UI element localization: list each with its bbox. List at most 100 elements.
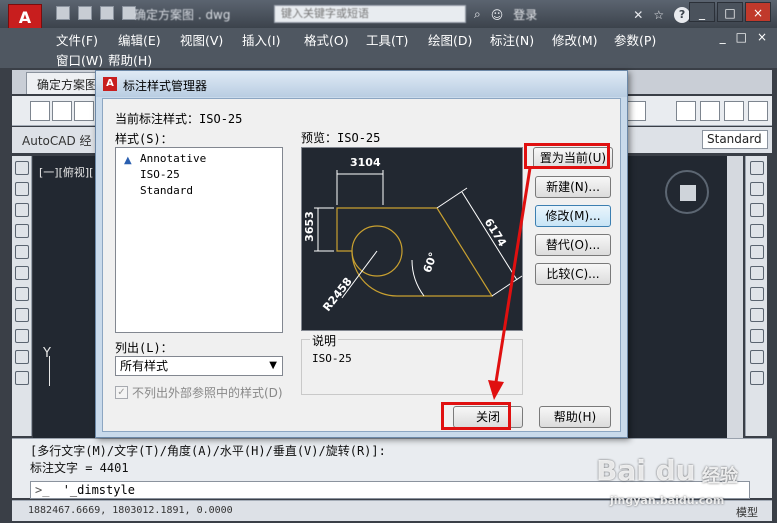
command-input-text: '_dimstyle [62,483,135,497]
menu-row-2: 窗口(W) 帮助(H) [56,50,160,69]
document-title: 确定方案图 . dwg [134,8,231,22]
viewport-scrollbar[interactable] [727,156,743,438]
modify-toolbar [745,156,767,436]
hatch-icon[interactable] [14,371,29,385]
mirror-icon[interactable] [749,203,764,217]
menu-item[interactable]: 编辑(E) [118,30,180,49]
viewcube-icon[interactable] [665,170,709,214]
offset-icon[interactable] [749,224,764,238]
annotative-icon: ▲ [124,155,132,166]
menu-item[interactable]: 标注(N) [490,30,552,49]
doc-minimize-button[interactable]: _ [720,30,726,44]
trim-icon[interactable] [749,350,764,364]
description-value: ISO-25 [312,352,352,365]
exclude-xref-label: 不列出外部参照中的样式(D) [132,386,283,400]
menu-item[interactable]: 窗口(W) [56,50,108,69]
spline-icon[interactable] [14,329,29,343]
circle-icon[interactable] [14,287,29,301]
doc-close-button[interactable]: × [757,30,767,44]
menu-bar: 文件(F) 编辑(E) 视图(V) 插入(I) 格式(O) 工具(T) 绘图(D) 标注(N)… [0,28,777,68]
minimize-button[interactable]: _ [689,2,715,22]
move-icon[interactable] [749,266,764,280]
workspace-label[interactable]: AutoCAD 经 [22,132,92,149]
description-group: 说明 ISO-25 [301,332,523,395]
dialog-title: 标注样式管理器 [123,79,208,93]
rectangle-icon[interactable] [14,245,29,259]
new-icon[interactable] [30,101,50,121]
open-icon[interactable] [52,101,72,121]
description-label: 说明 [310,332,339,349]
array-icon[interactable] [749,245,764,259]
arc-icon[interactable] [14,266,29,280]
menu-item[interactable]: 视图(V) [180,30,242,49]
menu-item[interactable]: 格式(O) [304,30,366,49]
exchange-icon[interactable]: ✕ [633,8,643,22]
menu-item[interactable]: 工具(T) [366,30,428,49]
dimension-style-manager-dialog: A 标注样式管理器 当前标注样式：ISO-25 样式(S)： ▲ Annotat… [95,70,628,438]
copy-icon[interactable] [749,182,764,196]
close-window-button[interactable]: × [745,2,771,22]
exclude-xref-option: ✓ 不列出外部参照中的样式(D) [115,384,283,401]
save-icon[interactable] [100,6,114,20]
compare-button[interactable]: 比较(C)... [535,263,611,285]
menu-item[interactable]: 参数(P) [614,30,676,49]
menu-item[interactable]: 修改(M) [552,30,614,49]
user-icon[interactable]: ☺ [491,8,504,22]
help-toolbar-icon[interactable] [626,101,646,121]
document-window-controls: _ □ × [720,30,767,44]
rotate-icon[interactable] [749,287,764,301]
revcloud-icon[interactable] [14,308,29,322]
command-history-line: 标注文字 = 4401 [30,461,129,475]
menu-item[interactable]: 文件(F) [56,30,118,49]
help-icon[interactable]: ? [674,6,691,23]
arc-dim-icon[interactable] [724,101,744,121]
draw-toolbar [12,156,32,436]
override-button[interactable]: 替代(O)... [535,234,611,256]
baidu-watermark: Bai du 经验 jingyan.baidu.com [584,452,764,512]
new-file-icon[interactable] [56,6,70,20]
help-button[interactable]: 帮助(H) [539,406,611,428]
styles-label: 样式(S)： [115,132,173,146]
modify-button[interactable]: 修改(M)... [535,205,611,227]
styles-listbox[interactable]: ▲ Annotative ISO-25 Standard [115,147,283,333]
aligned-dim-icon[interactable] [700,101,720,121]
stretch-icon[interactable] [749,329,764,343]
exclude-xref-checkbox[interactable]: ✓ [115,386,128,399]
watermark-suffix: 经验 [702,466,738,487]
linear-dim-icon[interactable] [676,101,696,121]
dimension-preview: 3104 3653 6174 60° R2458 [301,147,523,331]
scale-icon[interactable] [749,308,764,322]
menu-item[interactable]: 帮助(H) [108,50,160,69]
new-button[interactable]: 新建(N)... [535,176,611,198]
construction-line-icon[interactable] [14,182,29,196]
ellipse-icon[interactable] [14,350,29,364]
viewport-label[interactable]: [一][俯视][ [39,164,93,180]
menu-item[interactable]: 绘图(D) [428,30,490,49]
restore-button[interactable]: □ [717,2,743,22]
quick-access-toolbar [56,6,136,20]
radius-dim-icon[interactable] [748,101,768,121]
text-style-select[interactable]: Standard [702,130,768,149]
erase-icon[interactable] [749,161,764,175]
ucs-axis-icon [49,356,50,386]
style-item-standard[interactable]: Standard [140,184,193,197]
doc-restore-button[interactable]: □ [736,30,747,44]
polyline-icon[interactable] [14,203,29,217]
line-icon[interactable] [14,161,29,175]
dialog-app-icon: A [103,77,117,91]
list-filter-select[interactable]: 所有样式 ▼ [115,356,283,376]
extend-icon[interactable] [749,371,764,385]
search-input[interactable]: 键入关键字或短语 [274,5,466,23]
window-controls: _ □ × [689,2,771,22]
star-icon[interactable]: ☆ [653,8,664,22]
open-file-icon[interactable] [78,6,92,20]
polygon-icon[interactable] [14,224,29,238]
login-label[interactable]: 登录 [513,6,537,23]
menu-item[interactable]: 插入(I) [242,30,304,49]
chevron-down-icon: ▼ [269,360,277,371]
save-icon[interactable] [74,101,94,121]
preview-label: 预览：ISO-25 [301,131,381,145]
binoculars-icon[interactable]: ⌕ [474,7,481,22]
style-item-iso-25[interactable]: ISO-25 [140,168,180,181]
style-item-annotative[interactable]: Annotative [140,152,206,165]
